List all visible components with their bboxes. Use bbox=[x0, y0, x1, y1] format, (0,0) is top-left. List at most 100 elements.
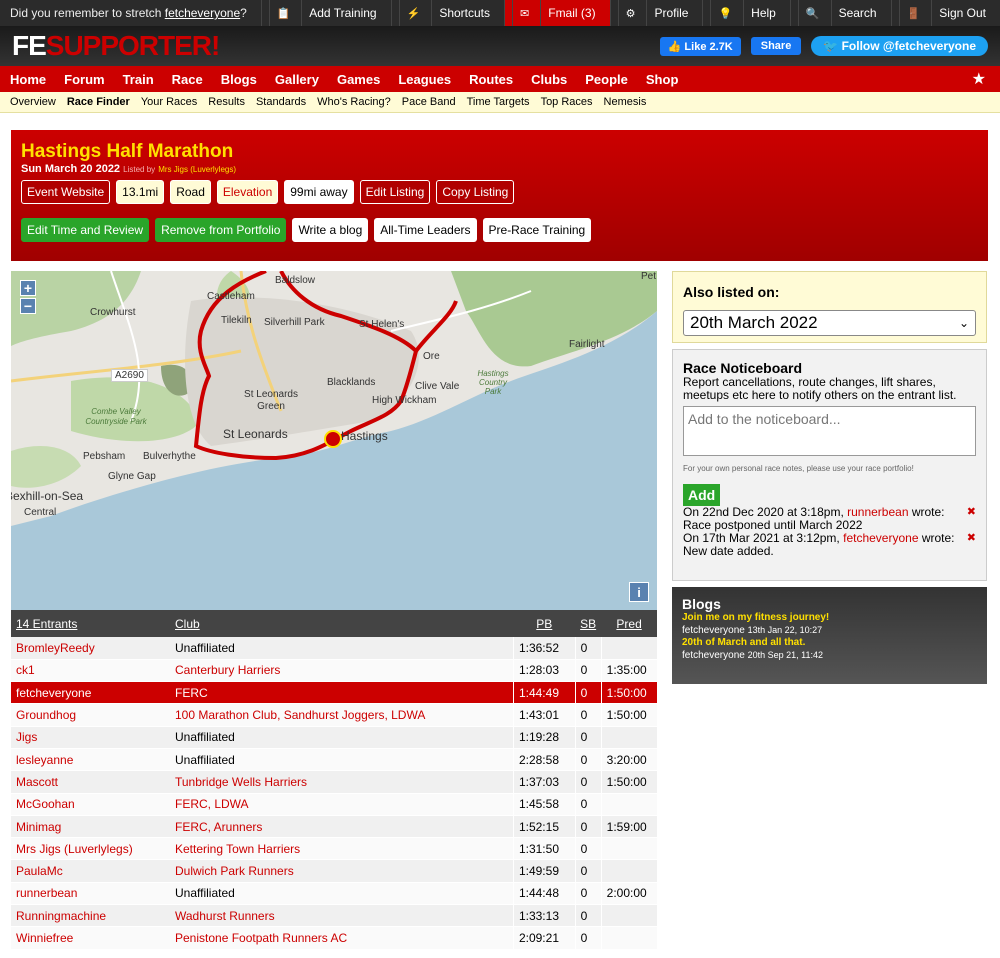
entrant-name-link[interactable]: Mascott bbox=[11, 770, 170, 794]
subnav-standards[interactable]: Standards bbox=[256, 96, 306, 108]
subnav-your-races[interactable]: Your Races bbox=[141, 96, 197, 108]
nav-games[interactable]: Games bbox=[337, 72, 380, 87]
entrant-club[interactable]: FERC, Arunners bbox=[170, 815, 514, 839]
99mi-away-button[interactable]: 99mi away bbox=[284, 180, 354, 204]
toplink-profile[interactable]: ⚙ Profile bbox=[609, 0, 703, 26]
entrant-name-link[interactable]: Mrs Jigs (Luverlylegs) bbox=[11, 837, 170, 861]
entrant-name-link[interactable]: Jigs bbox=[11, 726, 170, 749]
site-logo[interactable]: FESUPPORTER! bbox=[12, 30, 220, 62]
nav-home[interactable]: Home bbox=[10, 72, 46, 87]
facebook-like-button[interactable]: 👍 Like 2.7K bbox=[659, 36, 741, 56]
toplink-fmail-3[interactable]: ✉ Fmail (3) bbox=[504, 0, 610, 26]
sb-column-header[interactable]: SB bbox=[575, 610, 602, 637]
table-row: Jigs Unaffiliated 1:19:28 0 bbox=[11, 726, 657, 749]
toplink-sign-out[interactable]: 🚪 Sign Out bbox=[890, 0, 1000, 26]
entrants-column-header[interactable]: 14 Entrants bbox=[11, 610, 170, 637]
nav-clubs[interactable]: Clubs bbox=[531, 72, 567, 87]
add-notice-button[interactable]: Add bbox=[683, 484, 721, 506]
subnav-nemesis[interactable]: Nemesis bbox=[604, 96, 647, 108]
club-column-header[interactable]: Club bbox=[170, 610, 514, 637]
entrant-club[interactable]: Penistone Footpath Runners AC bbox=[170, 926, 514, 950]
entrant-club[interactable]: 100 Marathon Club, Sandhurst Joggers, LD… bbox=[170, 703, 514, 727]
subnav-time-targets[interactable]: Time Targets bbox=[467, 96, 530, 108]
all-time-leaders-button[interactable]: All-Time Leaders bbox=[374, 218, 477, 242]
route-map[interactable]: + − Baldslow Castleham Crowhurst Tilekil… bbox=[11, 271, 657, 610]
blog-date: 20th Sep 21, 11:42 bbox=[747, 650, 824, 660]
entrant-name-link[interactable]: Winniefree bbox=[11, 926, 170, 950]
remove-from-portfolio-button[interactable]: Remove from Portfolio bbox=[155, 218, 287, 242]
blog-title-link[interactable]: Join me on my fitness journey! bbox=[682, 612, 977, 624]
nav-gallery[interactable]: Gallery bbox=[275, 72, 319, 87]
copy-listing-button[interactable]: Copy Listing bbox=[436, 180, 515, 204]
map-label: High Wickham bbox=[372, 395, 437, 406]
entrant-name-link[interactable]: lesleyanne bbox=[11, 748, 170, 772]
pre-race-training-button[interactable]: Pre-Race Training bbox=[482, 218, 592, 242]
entrant-name-link[interactable]: fetcheveryone bbox=[11, 681, 170, 705]
entrant-name-link[interactable]: Runningmachine bbox=[11, 904, 170, 928]
entrant-club[interactable]: Tunbridge Wells Harriers bbox=[170, 770, 514, 794]
notice-author-link[interactable]: fetcheveryone bbox=[843, 531, 918, 545]
blog-author: fetcheveryone bbox=[682, 650, 748, 661]
blog-title-link[interactable]: 20th of March and all that. bbox=[682, 637, 977, 649]
entrant-name-link[interactable]: McGoohan bbox=[11, 793, 170, 816]
entrant-sb: 0 bbox=[574, 859, 602, 883]
toplink-shortcuts[interactable]: ⚡ Shortcuts bbox=[390, 0, 504, 26]
entrant-name-link[interactable]: Groundhog bbox=[11, 703, 170, 727]
twitter-follow-button[interactable]: 🐦 Follow @fetcheveryone bbox=[811, 36, 988, 56]
13-1mi-button[interactable]: 13.1mi bbox=[116, 180, 165, 204]
toplink-add-training[interactable]: 📋 Add Training bbox=[260, 0, 391, 26]
entrant-sb: 0 bbox=[574, 926, 602, 950]
nav-train[interactable]: Train bbox=[123, 72, 154, 87]
facebook-share-button[interactable]: Share bbox=[750, 37, 802, 55]
sub-nav: Overview Race Finder Your Races Results Stan… bbox=[0, 92, 1000, 113]
nav-people[interactable]: People bbox=[585, 72, 628, 87]
subnav-results[interactable]: Results bbox=[208, 96, 245, 108]
subnav-race-finder[interactable]: Race Finder bbox=[67, 96, 130, 108]
subnav-pace-band[interactable]: Pace Band bbox=[402, 96, 456, 108]
subnav-top-races[interactable]: Top Races bbox=[541, 96, 593, 108]
nav-race[interactable]: Race bbox=[172, 72, 203, 87]
elevation-button[interactable]: Elevation bbox=[216, 180, 279, 204]
star-icon[interactable]: ★ bbox=[972, 69, 986, 89]
entrant-name-link[interactable]: Minimag bbox=[11, 815, 170, 839]
nav-blogs[interactable]: Blogs bbox=[221, 72, 257, 87]
notice-author-link[interactable]: runnerbean bbox=[847, 505, 908, 519]
noticeboard-textarea[interactable]: Add to the noticeboard... bbox=[683, 406, 976, 456]
event-website-button[interactable]: Event Website bbox=[21, 180, 111, 204]
road-button[interactable]: Road bbox=[170, 180, 211, 204]
edit-time-and-review-button[interactable]: Edit Time and Review bbox=[21, 218, 150, 242]
entrant-name-link[interactable]: ck1 bbox=[11, 659, 170, 683]
toplink-help[interactable]: 💡 Help bbox=[702, 0, 789, 26]
entrant-name-link[interactable]: runnerbean bbox=[11, 882, 170, 906]
nav-shop[interactable]: Shop bbox=[646, 72, 679, 87]
subnav-who-s-racing[interactable]: Who's Racing? bbox=[317, 96, 391, 108]
delete-notice-icon[interactable]: ✖ bbox=[967, 506, 976, 519]
nav-forum[interactable]: Forum bbox=[64, 72, 104, 87]
toplink-search[interactable]: 🔍 Search bbox=[789, 0, 891, 26]
nav-routes[interactable]: Routes bbox=[469, 72, 513, 87]
reminder-user-link[interactable]: fetcheveryone bbox=[165, 6, 240, 20]
entrant-club[interactable]: FERC, LDWA bbox=[170, 793, 514, 816]
subnav-overview[interactable]: Overview bbox=[10, 96, 56, 108]
zoom-in-button[interactable]: + bbox=[20, 280, 36, 296]
search-icon: 🔍 bbox=[797, 0, 827, 26]
date-select[interactable]: 20th March 2022 ⌄ bbox=[683, 310, 976, 336]
entrant-club[interactable]: Canterbury Harriers bbox=[170, 659, 514, 683]
entrant-name-link[interactable]: BromleyReedy bbox=[11, 637, 170, 660]
lister-link[interactable]: Mrs Jigs (Luverlylegs) bbox=[158, 165, 236, 174]
write-a-blog-button[interactable]: Write a blog bbox=[292, 218, 369, 242]
pred-column-header[interactable]: Pred bbox=[601, 610, 657, 637]
entrant-club[interactable]: Kettering Town Harriers bbox=[170, 837, 514, 861]
map-info-button[interactable]: i bbox=[629, 582, 649, 602]
entrant-club[interactable]: FERC bbox=[170, 681, 514, 705]
entrant-club[interactable]: Dulwich Park Runners bbox=[170, 859, 514, 883]
delete-notice-icon[interactable]: ✖ bbox=[967, 532, 976, 545]
zoom-out-button[interactable]: − bbox=[20, 298, 36, 314]
nav-leagues[interactable]: Leagues bbox=[398, 72, 451, 87]
pb-column-header[interactable]: PB bbox=[513, 610, 576, 637]
entrant-club[interactable]: Wadhurst Runners bbox=[170, 904, 514, 928]
entrant-name-link[interactable]: PaulaMc bbox=[11, 859, 170, 883]
table-row: BromleyReedy Unaffiliated 1:36:52 0 bbox=[11, 637, 657, 660]
edit-listing-button[interactable]: Edit Listing bbox=[359, 180, 431, 204]
table-row: ck1 Canterbury Harriers 1:28:03 0 1:35:00 bbox=[11, 659, 657, 683]
